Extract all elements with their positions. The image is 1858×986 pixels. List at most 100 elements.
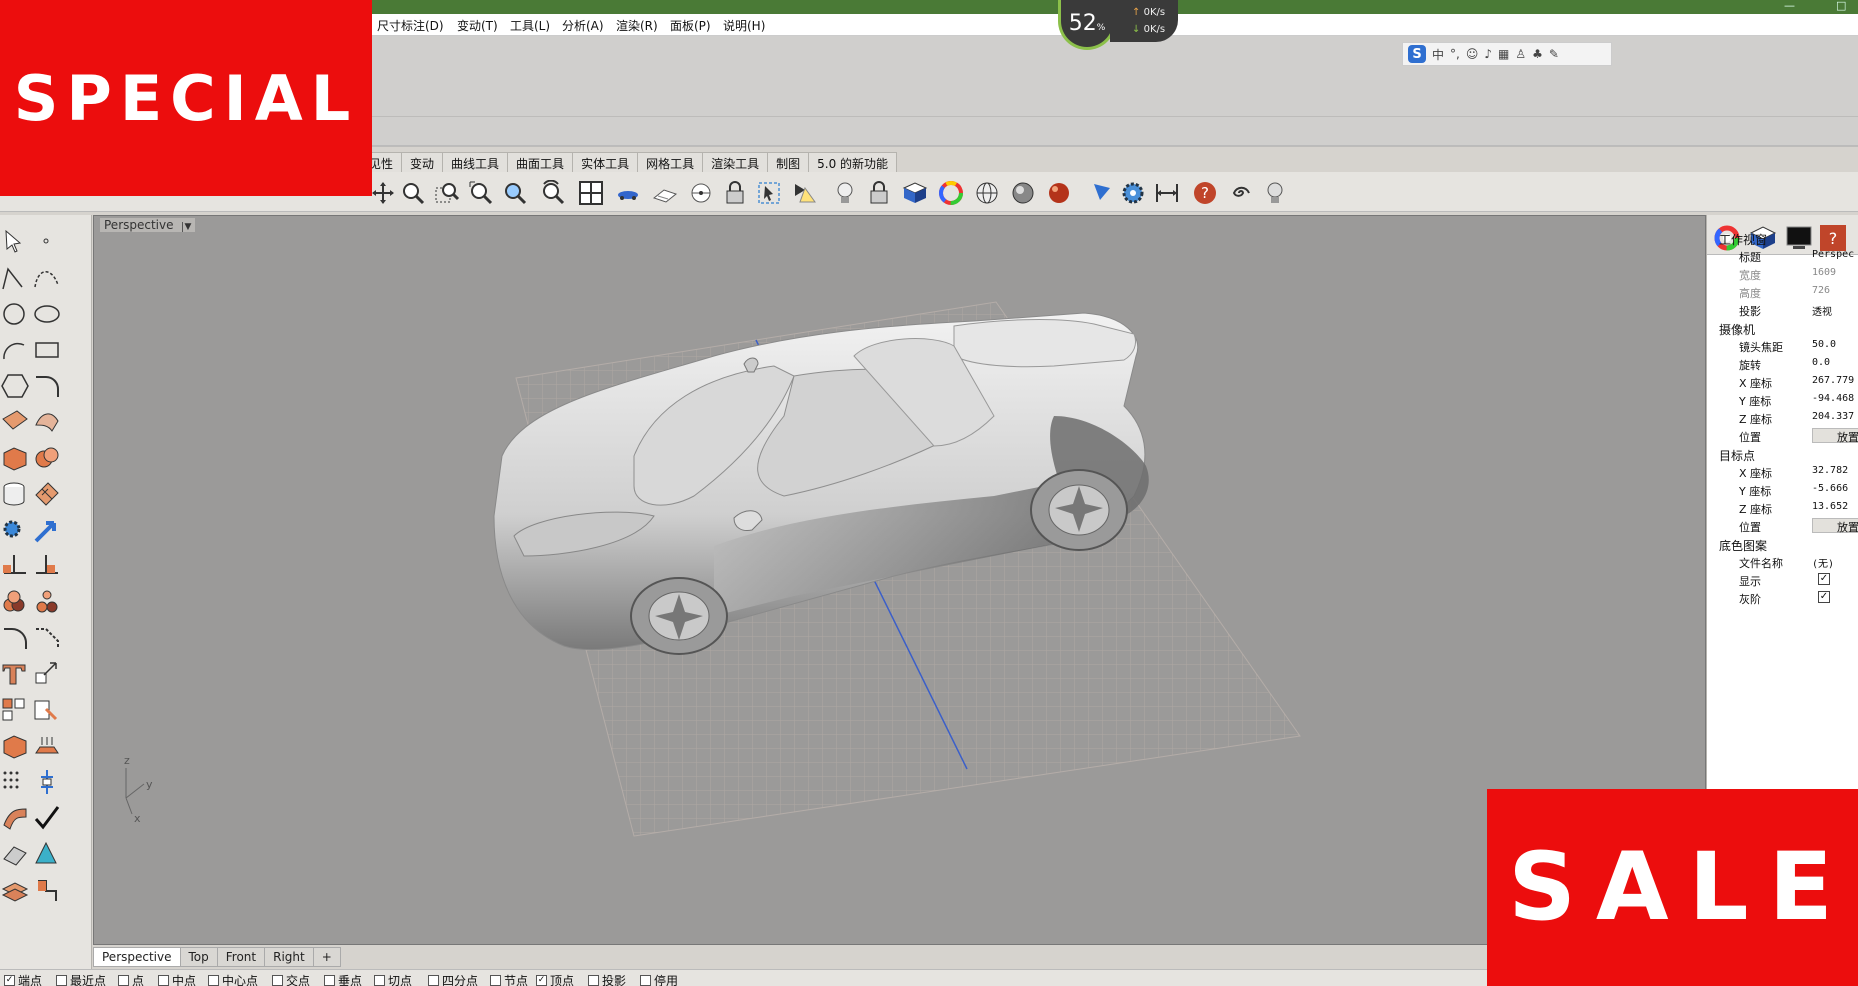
checkbox[interactable]	[324, 975, 335, 986]
extrude-icon[interactable]	[0, 731, 30, 761]
snap-quad[interactable]: 四分点	[428, 972, 478, 986]
emoji-icon[interactable]: ☺	[1466, 47, 1479, 61]
box-icon[interactable]	[0, 443, 30, 473]
rendered-sphere-icon[interactable]	[1046, 180, 1072, 206]
pan-icon[interactable]	[370, 180, 396, 206]
grid-points-icon[interactable]	[0, 767, 30, 797]
checkbox[interactable]	[56, 975, 67, 986]
light-bulb-icon[interactable]	[832, 180, 858, 206]
project-icon[interactable]	[32, 731, 62, 761]
snap-near[interactable]: 最近点	[56, 972, 106, 986]
tab-front[interactable]: Front	[216, 947, 266, 967]
scale-icon[interactable]	[32, 659, 62, 689]
car-view-icon[interactable]	[615, 180, 641, 206]
gumball-icon[interactable]	[32, 767, 62, 797]
curve-icon[interactable]	[32, 263, 62, 293]
copy-icon[interactable]	[32, 695, 62, 725]
place-target-button[interactable]: 放置	[1812, 518, 1858, 534]
checkbox[interactable]: ✓	[536, 975, 547, 986]
ime-toolbar[interactable]: S 中 °, ☺ ♪ ▦ ♙ ♣ ✎	[1402, 42, 1612, 66]
menu-dimension[interactable]: 尺寸标注(D)	[377, 17, 444, 34]
cam-x-field[interactable]: 267.779	[1812, 375, 1854, 386]
light-bulb-off-icon[interactable]	[1262, 180, 1288, 206]
fillet-icon[interactable]	[0, 623, 30, 653]
polyline-icon[interactable]	[0, 263, 30, 293]
circle-icon[interactable]	[0, 299, 30, 329]
maximize-icon[interactable]: □	[1836, 0, 1846, 12]
polygon-icon[interactable]	[0, 371, 30, 401]
wrench-icon[interactable]: ✎	[1549, 47, 1559, 61]
tgt-y-field[interactable]: -5.666	[1812, 483, 1848, 494]
spotlight-icon[interactable]	[792, 180, 818, 206]
lock-object-icon[interactable]	[866, 180, 892, 206]
surface-icon[interactable]	[0, 407, 30, 437]
dimension-icon[interactable]	[1154, 180, 1180, 206]
menu-panels[interactable]: 面板(P)	[670, 17, 711, 34]
place-camera-button[interactable]: 放置	[1812, 428, 1858, 444]
explode-icon[interactable]	[32, 587, 62, 617]
rotate-view-icon[interactable]	[540, 180, 566, 206]
mesh-icon[interactable]	[32, 479, 62, 509]
tab-solid-tools[interactable]: 实体工具	[572, 152, 639, 172]
snap-vertex[interactable]: ✓ 顶点	[536, 972, 574, 986]
pointer-icon[interactable]	[0, 227, 30, 257]
text-icon[interactable]	[0, 659, 30, 689]
help-icon[interactable]: ?	[1192, 180, 1218, 206]
sphere-union-icon[interactable]	[32, 443, 62, 473]
skin-icon[interactable]: ♣	[1532, 47, 1543, 61]
rectangle-icon[interactable]	[32, 335, 62, 365]
tab-surface-tools[interactable]: 曲面工具	[507, 152, 574, 172]
move-arrow-icon[interactable]	[32, 515, 62, 545]
filename-field[interactable]: (无)	[1812, 555, 1834, 570]
gray-checkbox[interactable]: ✓	[1818, 591, 1830, 603]
tab-mesh-tools[interactable]: 网格工具	[637, 152, 704, 172]
bend-icon[interactable]	[0, 803, 30, 833]
tab-drafting[interactable]: 制图	[767, 152, 810, 172]
zoom-selected-icon[interactable]	[502, 180, 528, 206]
array-icon[interactable]	[0, 695, 30, 725]
tab-render-tools[interactable]: 渲染工具	[702, 152, 769, 172]
checkbox[interactable]	[158, 975, 169, 986]
snap-perpendicular[interactable]: 垂点	[324, 972, 362, 986]
snap-mid[interactable]: 中点	[158, 972, 196, 986]
zoom-extents-icon[interactable]	[468, 180, 494, 206]
add-viewport-button[interactable]: +	[312, 947, 341, 967]
tab-transform[interactable]: 变动	[401, 152, 444, 172]
user-icon[interactable]: ♙	[1515, 47, 1526, 61]
wireframe-sphere-icon[interactable]	[974, 180, 1000, 206]
spiral-icon[interactable]	[1226, 180, 1252, 206]
tab-curve-tools[interactable]: 曲线工具	[442, 152, 509, 172]
menu-analyze[interactable]: 分析(A)	[562, 17, 604, 34]
checkbox[interactable]	[374, 975, 385, 986]
cylinder-icon[interactable]	[0, 479, 30, 509]
menu-help[interactable]: 说明(H)	[723, 17, 765, 34]
shaded-sphere-icon[interactable]	[1010, 180, 1036, 206]
keyboard-icon[interactable]: ▦	[1498, 47, 1509, 61]
select-icon[interactable]	[756, 180, 782, 206]
ime-punct[interactable]: °,	[1450, 47, 1460, 61]
rotation-field[interactable]: 0.0	[1812, 357, 1830, 368]
show-checkbox[interactable]: ✓	[1818, 573, 1830, 585]
snap-intersection[interactable]: 交点	[272, 972, 310, 986]
arc-icon[interactable]	[0, 335, 30, 365]
checkbox[interactable]	[640, 975, 651, 986]
ellipse-icon[interactable]	[32, 299, 62, 329]
checkbox[interactable]	[490, 975, 501, 986]
color-wheel-icon[interactable]	[938, 180, 964, 206]
menu-tools[interactable]: 工具(L)	[510, 17, 550, 34]
checkbox[interactable]: ✓	[4, 975, 15, 986]
cone-icon[interactable]	[32, 839, 62, 869]
snap-tangent[interactable]: 切点	[374, 972, 412, 986]
fillet-curve-icon[interactable]	[32, 371, 62, 401]
spotlight-blue-icon[interactable]	[1090, 180, 1116, 206]
four-viewports-icon[interactable]	[578, 180, 604, 206]
checkbox[interactable]	[208, 975, 219, 986]
split-icon[interactable]	[32, 551, 62, 581]
tab-right[interactable]: Right	[264, 947, 314, 967]
snap-center[interactable]: 中心点	[208, 972, 258, 986]
snap-knot[interactable]: 节点	[490, 972, 528, 986]
snap-project[interactable]: 投影	[588, 972, 626, 986]
zoom-window-icon[interactable]	[434, 180, 460, 206]
snap-disable[interactable]: 停用	[640, 972, 678, 986]
tab-whats-new[interactable]: 5.0 的新功能	[808, 152, 898, 172]
